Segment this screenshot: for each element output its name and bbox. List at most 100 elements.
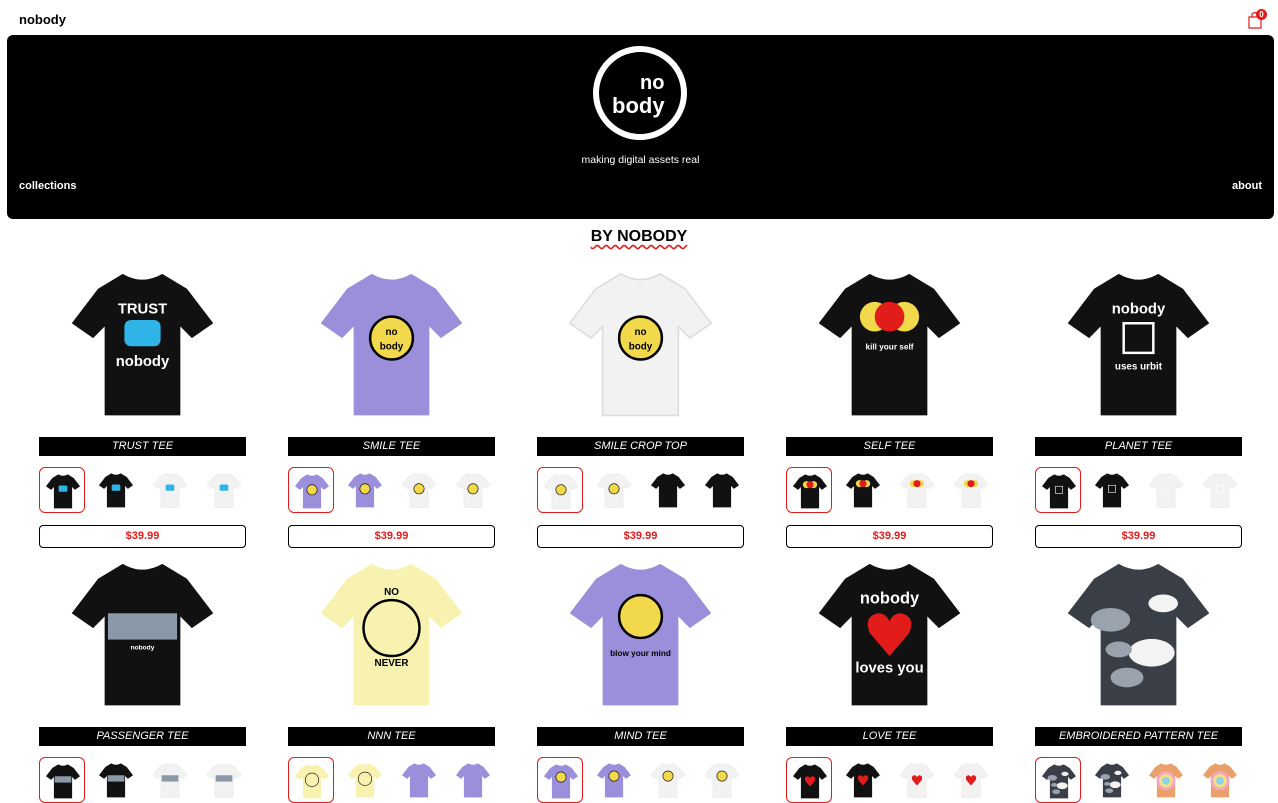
variant-thumbnail[interactable] <box>396 467 442 513</box>
variant-thumbnail[interactable] <box>786 467 832 513</box>
variant-thumbnail[interactable] <box>1035 467 1081 513</box>
product-image[interactable]: nobody uses urbit <box>1045 264 1232 422</box>
tiedye-pattern <box>1114 770 1122 776</box>
thumbnail-tee-image <box>899 473 935 508</box>
thumbnail-tee-image <box>650 473 686 508</box>
variant-thumbnail[interactable] <box>948 467 994 513</box>
product-image[interactable]: blow your mind <box>547 554 734 712</box>
variant-thumbnail[interactable] <box>201 467 247 513</box>
product-image[interactable]: nobody <box>547 264 734 422</box>
variant-thumbnail[interactable] <box>645 757 691 803</box>
product-image[interactable] <box>1045 554 1232 712</box>
product-image[interactable]: nobody loves you <box>796 554 983 712</box>
variant-thumbnail[interactable] <box>1089 467 1135 513</box>
thumbnail-tee-image <box>455 473 491 508</box>
product-image[interactable]: TRUST nobody <box>49 264 236 422</box>
tee-print-text: no <box>634 327 646 338</box>
price-button[interactable]: $39.99 <box>39 525 246 548</box>
product-title[interactable]: SMILE TEE <box>288 437 495 456</box>
product-title[interactable]: NNN TEE <box>288 727 495 746</box>
variant-thumbnail[interactable] <box>537 467 583 513</box>
nav-about-link[interactable]: about <box>1232 180 1262 192</box>
tee-shape <box>1202 473 1238 508</box>
thumbnail-tee-image <box>455 763 491 798</box>
smiley-graphic <box>467 483 479 495</box>
variant-thumbnail[interactable] <box>786 757 832 803</box>
variant-thumbnail[interactable] <box>93 467 139 513</box>
variant-thumbnail[interactable] <box>450 467 496 513</box>
tee-shape <box>455 763 491 798</box>
product-image[interactable]: nobody <box>298 264 485 422</box>
variant-thumbnail[interactable] <box>699 757 745 803</box>
variant-thumbnails <box>1035 467 1242 513</box>
variant-thumbnail[interactable] <box>147 757 193 803</box>
product-image[interactable]: NO NEVER <box>298 554 485 712</box>
product-title[interactable]: PLANET TEE <box>1035 437 1242 456</box>
variant-thumbnails <box>537 467 744 513</box>
logo-text-no: no <box>640 72 664 94</box>
price-button[interactable]: $39.99 <box>288 525 495 548</box>
product-title[interactable]: EMBROIDERED PATTERN TEE <box>1035 727 1242 746</box>
tee-shape <box>1067 273 1210 416</box>
photo-graphic <box>161 775 179 782</box>
tee-print-text: nobody <box>131 644 155 651</box>
variant-thumbnail[interactable] <box>591 757 637 803</box>
variant-thumbnail[interactable] <box>342 467 388 513</box>
nobody-logo[interactable]: no body <box>592 45 688 141</box>
variant-thumbnail[interactable] <box>840 757 886 803</box>
thumbnail-tee-image <box>1041 764 1077 799</box>
variant-thumbnail[interactable] <box>1197 757 1243 803</box>
variant-thumbnail[interactable] <box>147 467 193 513</box>
tee-shape <box>792 474 828 509</box>
variant-thumbnail[interactable] <box>1197 467 1243 513</box>
product-image[interactable]: kill your self <box>796 264 983 422</box>
variant-thumbnail[interactable] <box>450 757 496 803</box>
variant-thumbnail[interactable] <box>288 757 334 803</box>
thumbnail-tee-image <box>1148 473 1184 508</box>
variant-thumbnail[interactable] <box>201 757 247 803</box>
tiedye-pattern <box>1061 771 1069 777</box>
smiley-graphic <box>662 770 674 782</box>
variant-thumbnail[interactable] <box>894 467 940 513</box>
tee-shape <box>953 473 989 508</box>
cart-count-badge: 0 <box>1256 9 1267 20</box>
variant-thumbnail[interactable] <box>396 757 442 803</box>
variant-thumbnail[interactable] <box>1143 757 1189 803</box>
variant-thumbnail[interactable] <box>948 757 994 803</box>
product-title[interactable]: PASSENGER TEE <box>39 727 246 746</box>
tiedye-pattern <box>1128 638 1175 667</box>
thumbnail-tee-image <box>845 763 881 798</box>
variant-thumbnails <box>39 467 246 513</box>
product-title[interactable]: LOVE TEE <box>786 727 993 746</box>
variant-thumbnail[interactable] <box>591 467 637 513</box>
smiley-graphic <box>967 480 975 488</box>
variant-thumbnail[interactable] <box>1143 467 1189 513</box>
variant-thumbnail[interactable] <box>1035 757 1081 803</box>
variant-thumbnail[interactable] <box>645 467 691 513</box>
product-title[interactable]: SELF TEE <box>786 437 993 456</box>
variant-thumbnail[interactable] <box>699 467 745 513</box>
variant-thumbnail[interactable] <box>288 467 334 513</box>
product-title[interactable]: TRUST TEE <box>39 437 246 456</box>
variant-thumbnail[interactable] <box>894 757 940 803</box>
variant-thumbnail[interactable] <box>537 757 583 803</box>
nav-collections-link[interactable]: collections <box>19 180 76 192</box>
variant-thumbnail[interactable] <box>39 757 85 803</box>
product-title[interactable]: SMILE CROP TOP <box>537 437 744 456</box>
variant-thumbnail[interactable] <box>840 467 886 513</box>
handshake-graphic <box>58 485 68 492</box>
tiedye-pattern <box>1110 667 1144 688</box>
variant-thumbnail[interactable] <box>93 757 139 803</box>
brand-link[interactable]: nobody <box>19 12 66 27</box>
product-title[interactable]: MIND TEE <box>537 727 744 746</box>
price-button[interactable]: $39.99 <box>537 525 744 548</box>
tiedye-pattern <box>1052 789 1061 795</box>
top-bar: nobody 0 <box>0 0 1278 36</box>
variant-thumbnail[interactable] <box>1089 757 1135 803</box>
variant-thumbnail[interactable] <box>342 757 388 803</box>
price-button[interactable]: $39.99 <box>1035 525 1242 548</box>
variant-thumbnail[interactable] <box>39 467 85 513</box>
price-button[interactable]: $39.99 <box>786 525 993 548</box>
product-image[interactable]: nobody <box>49 554 236 712</box>
thumbnail-tee-image <box>347 473 383 508</box>
